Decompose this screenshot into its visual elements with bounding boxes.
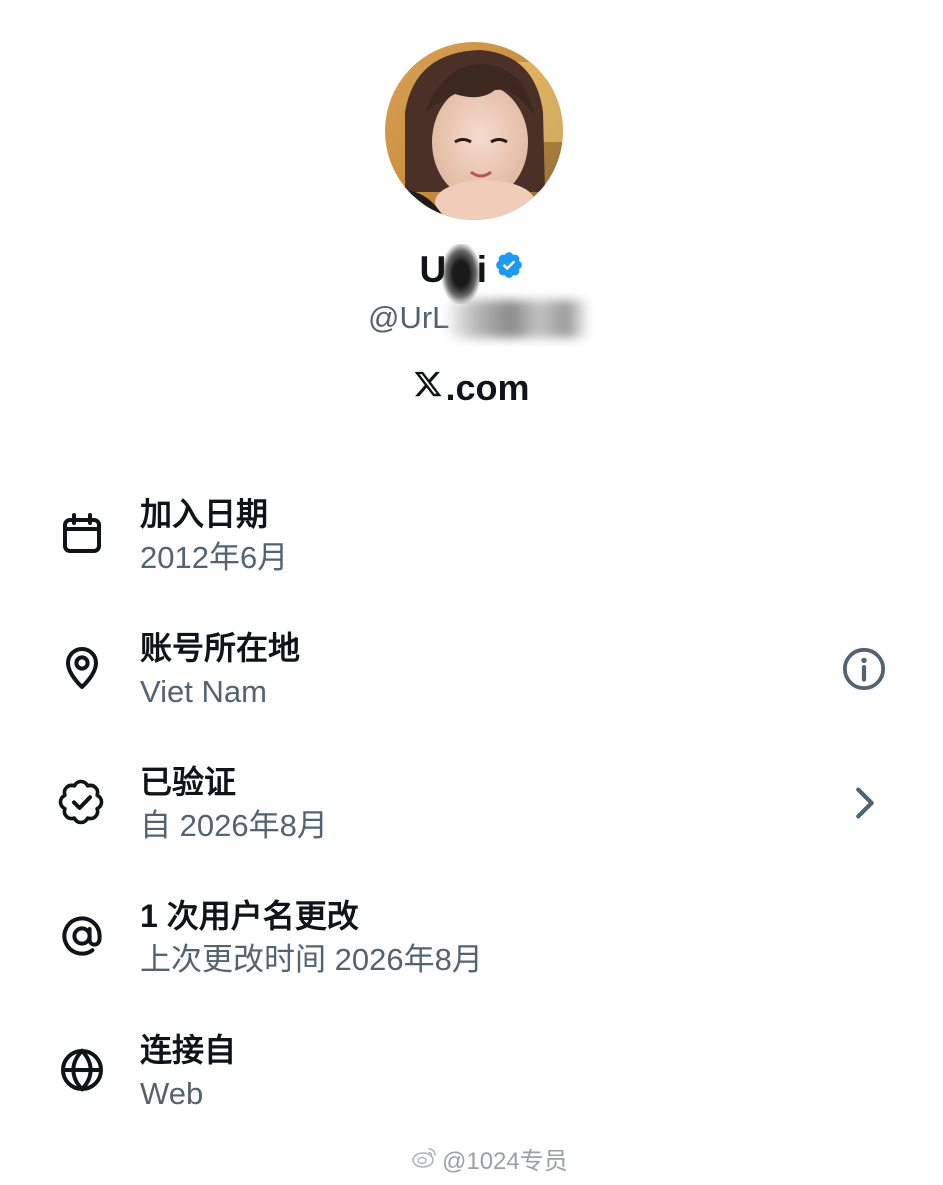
- info-row-verified[interactable]: 已验证 自 2026年8月: [0, 762, 943, 882]
- info-subtitle: 2012年6月: [140, 540, 289, 575]
- info-row-joined: 加入日期 2012年6月: [0, 494, 943, 614]
- redaction-blur: [442, 244, 480, 304]
- info-title: 1 次用户名更改: [140, 898, 359, 934]
- calendar-icon: [63, 513, 101, 553]
- watermark-text: @1024专员: [442, 1148, 568, 1175]
- location-pin-icon: [66, 647, 98, 689]
- chevron-right-icon[interactable]: [841, 780, 887, 826]
- info-row-location: 账号所在地 Viet Nam: [0, 628, 943, 748]
- at-sign-icon: [62, 916, 102, 956]
- info-subtitle: Web: [140, 1076, 204, 1111]
- info-subtitle: 上次更改时间 2026年8月: [140, 942, 483, 977]
- site-domain: .com: [445, 367, 530, 408]
- info-subtitle: 自 2026年8月: [140, 808, 328, 843]
- info-title: 已验证: [140, 764, 237, 800]
- profile-avatar[interactable]: [385, 42, 563, 220]
- x-logo-icon: [413, 365, 443, 409]
- watermark: @1024专员: [412, 1146, 568, 1178]
- redaction-blur: [448, 300, 588, 338]
- weibo-logo-icon: [412, 1145, 438, 1177]
- verified-badge-icon[interactable]: [494, 246, 524, 290]
- info-title: 账号所在地: [140, 630, 301, 666]
- profile-site[interactable]: .com: [0, 366, 943, 410]
- info-row-username-changes: 1 次用户名更改 上次更改时间 2026年8月: [0, 896, 943, 1016]
- globe-icon: [61, 1048, 103, 1092]
- info-row-connected-via: 连接自 Web: [0, 1030, 943, 1150]
- profile-handle: @UrL: [368, 300, 450, 335]
- info-title: 加入日期: [140, 496, 269, 532]
- info-subtitle: Viet Nam: [140, 674, 267, 709]
- info-title: 连接自: [140, 1032, 237, 1068]
- verified-badge-icon: [58, 779, 104, 825]
- info-icon[interactable]: [841, 646, 887, 692]
